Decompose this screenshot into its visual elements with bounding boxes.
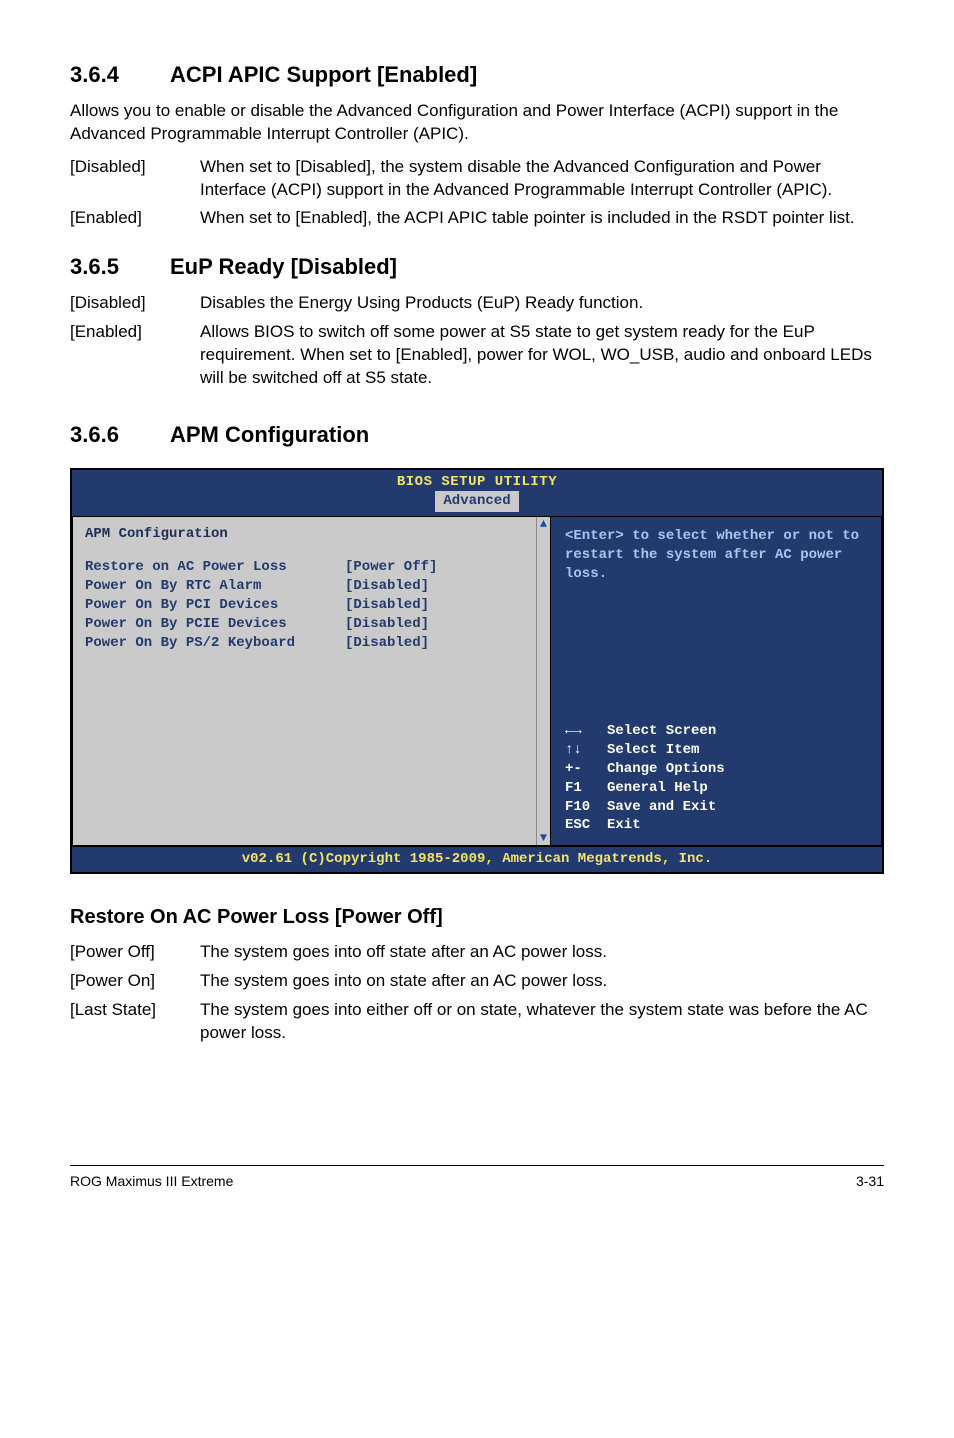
section-365: 3.6.5EuP Ready [Disabled] [Disabled] Dis… <box>70 252 884 389</box>
page-footer: ROG Maximus III Extreme 3-31 <box>70 1165 884 1191</box>
heading-366: 3.6.6APM Configuration <box>70 420 884 450</box>
help-key-row: F10Save and Exit <box>565 798 867 817</box>
key-symbol: ESC <box>565 816 607 835</box>
row-key: [Enabled] <box>70 321 200 390</box>
bios-scrollbar[interactable]: ▲ ▼ <box>536 517 550 845</box>
row-val: The system goes into off state after an … <box>200 941 884 964</box>
bios-help-keys: ←→Select Screen ↑↓Select Item +-Change O… <box>565 722 867 835</box>
bios-item-label: Power On By PS/2 Keyboard <box>85 634 345 653</box>
bios-item-value: [Disabled] <box>345 577 429 596</box>
bios-item-value: [Disabled] <box>345 634 429 653</box>
key-symbol: F1 <box>565 779 607 798</box>
bios-footer: v02.61 (C)Copyright 1985-2009, American … <box>72 846 882 872</box>
row-364-enabled: [Enabled] When set to [Enabled], the ACP… <box>70 207 884 230</box>
row-val: Disables the Energy Using Products (EuP)… <box>200 292 884 315</box>
bios-panel: BIOS SETUP UTILITY Advanced APM Configur… <box>70 468 884 875</box>
row-key: [Power On] <box>70 970 200 993</box>
intro-364: Allows you to enable or disable the Adva… <box>70 100 884 146</box>
key-label: Change Options <box>607 761 725 777</box>
key-symbol: F10 <box>565 798 607 817</box>
help-key-row: ←→Select Screen <box>565 722 867 741</box>
section-restore: Restore On AC Power Loss [Power Off] [Po… <box>70 904 884 1045</box>
bios-item-value: [Disabled] <box>345 596 429 615</box>
key-symbol: +- <box>565 760 607 779</box>
row-val: The system goes into either off or on st… <box>200 999 884 1045</box>
bios-tab-advanced[interactable]: Advanced <box>435 491 518 512</box>
row-364-disabled: [Disabled] When set to [Disabled], the s… <box>70 156 884 202</box>
bios-tab-row: Advanced <box>72 491 882 516</box>
scroll-down-icon[interactable]: ▼ <box>537 831 550 845</box>
scroll-up-icon[interactable]: ▲ <box>537 517 550 531</box>
footer-left: ROG Maximus III Extreme <box>70 1172 233 1191</box>
row-val: Allows BIOS to switch off some power at … <box>200 321 884 390</box>
help-key-row: F1General Help <box>565 779 867 798</box>
bios-item-label: Power On By PCI Devices <box>85 596 345 615</box>
bios-body: APM Configuration Restore on AC Power Lo… <box>72 516 882 846</box>
bios-item-restore-ac[interactable]: Restore on AC Power Loss[Power Off] <box>85 558 538 577</box>
bios-item-label: Restore on AC Power Loss <box>85 558 345 577</box>
section-364: 3.6.4ACPI APIC Support [Enabled] Allows … <box>70 60 884 230</box>
section-366: 3.6.6APM Configuration BIOS SETUP UTILIT… <box>70 420 884 874</box>
bios-title: BIOS SETUP UTILITY <box>72 470 882 492</box>
row-val: When set to [Enabled], the ACPI APIC tab… <box>200 207 884 230</box>
heading-title: EuP Ready [Disabled] <box>170 254 397 279</box>
bios-item-rtc-alarm[interactable]: Power On By RTC Alarm[Disabled] <box>85 577 538 596</box>
row-key: [Power Off] <box>70 941 200 964</box>
row-restore-last: [Last State] The system goes into either… <box>70 999 884 1045</box>
bios-item-value: [Power Off] <box>345 558 437 577</box>
bios-left-title: APM Configuration <box>85 525 538 544</box>
key-symbol: ↑↓ <box>565 741 607 760</box>
key-label: Exit <box>607 817 641 833</box>
help-key-row: +-Change Options <box>565 760 867 779</box>
heading-title: APM Configuration <box>170 422 369 447</box>
row-365-enabled: [Enabled] Allows BIOS to switch off some… <box>70 321 884 390</box>
heading-restore: Restore On AC Power Loss [Power Off] <box>70 904 884 931</box>
bios-item-pci[interactable]: Power On By PCI Devices[Disabled] <box>85 596 538 615</box>
heading-365: 3.6.5EuP Ready [Disabled] <box>70 252 884 282</box>
row-val: The system goes into on state after an A… <box>200 970 884 993</box>
row-key: [Disabled] <box>70 156 200 202</box>
bios-item-pcie[interactable]: Power On By PCIE Devices[Disabled] <box>85 615 538 634</box>
row-val: When set to [Disabled], the system disab… <box>200 156 884 202</box>
key-label: Select Item <box>607 742 699 758</box>
row-restore-on: [Power On] The system goes into on state… <box>70 970 884 993</box>
key-symbol: ←→ <box>565 722 607 741</box>
row-365-disabled: [Disabled] Disables the Energy Using Pro… <box>70 292 884 315</box>
bios-item-value: [Disabled] <box>345 615 429 634</box>
help-key-row: ESCExit <box>565 816 867 835</box>
heading-364: 3.6.4ACPI APIC Support [Enabled] <box>70 60 884 90</box>
row-key: [Last State] <box>70 999 200 1045</box>
help-key-row: ↑↓Select Item <box>565 741 867 760</box>
bios-item-label: Power On By PCIE Devices <box>85 615 345 634</box>
row-restore-off: [Power Off] The system goes into off sta… <box>70 941 884 964</box>
key-label: General Help <box>607 780 708 796</box>
heading-title: ACPI APIC Support [Enabled] <box>170 62 477 87</box>
heading-num: 3.6.6 <box>70 420 170 450</box>
bios-help-text: <Enter> to select whether or not to rest… <box>565 527 867 584</box>
footer-right: 3-31 <box>856 1172 884 1191</box>
key-label: Save and Exit <box>607 799 716 815</box>
heading-num: 3.6.4 <box>70 60 170 90</box>
bios-left-pane: APM Configuration Restore on AC Power Lo… <box>72 516 550 846</box>
row-key: [Disabled] <box>70 292 200 315</box>
key-label: Select Screen <box>607 723 716 739</box>
bios-item-ps2[interactable]: Power On By PS/2 Keyboard[Disabled] <box>85 634 538 653</box>
bios-item-label: Power On By RTC Alarm <box>85 577 345 596</box>
heading-num: 3.6.5 <box>70 252 170 282</box>
bios-right-pane: <Enter> to select whether or not to rest… <box>550 516 882 846</box>
row-key: [Enabled] <box>70 207 200 230</box>
